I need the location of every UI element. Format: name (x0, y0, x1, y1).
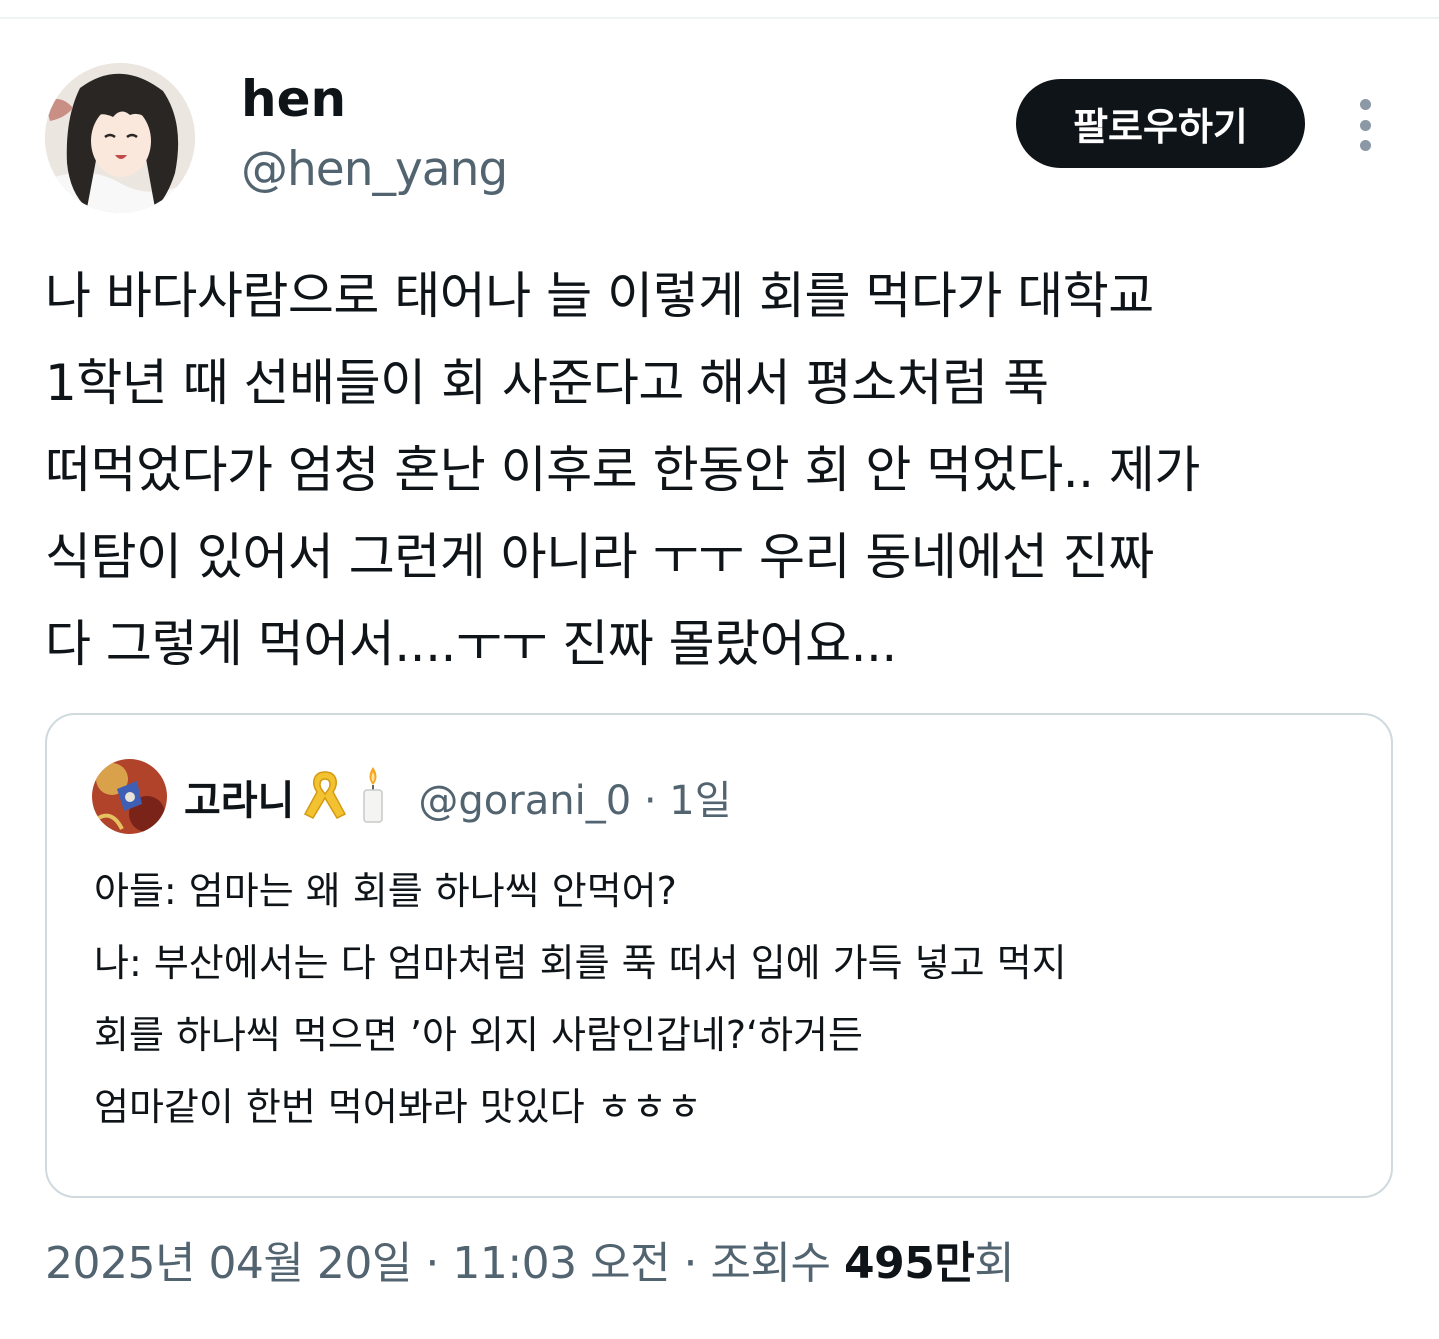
quote-text-line: 회를 하나씩 먹으면 ’아 외지 사람인갑네?‘하거든 (94, 1013, 863, 1057)
author-handle[interactable]: @hen_yang (241, 140, 508, 200)
quote-author-avatar (92, 759, 167, 834)
quoted-tweet-card[interactable]: 고라니 @gorani_0 · 1일 아들: 엄마는 왜 회를 하나씩 안먹어?… (45, 713, 1393, 1198)
quote-author-name[interactable]: 고라니 (184, 768, 294, 826)
painting-avatar-icon (92, 759, 167, 834)
yellow-ribbon-icon (300, 768, 350, 826)
more-dot (1359, 99, 1371, 110)
quote-header: 고라니 @gorani_0 · 1일 (184, 767, 732, 827)
views-suffix: 회 (974, 1238, 1015, 1289)
author-display-name[interactable]: hen (241, 67, 346, 131)
tweet-text-line: 1학년 때 선배들이 회 사준다고 해서 평소처럼 푹 (45, 354, 1049, 412)
more-options-icon[interactable] (1345, 95, 1385, 155)
quote-text-line: 엄마같이 한번 먹어봐라 맛있다 ㅎㅎㅎ (94, 1085, 702, 1129)
quote-handle-time[interactable]: @gorani_0 · 1일 (418, 768, 731, 826)
tweet-timestamp[interactable]: 2025년 04월 20일 · 11:03 오전 · 조회수 (45, 1238, 844, 1289)
author-avatar[interactable] (45, 63, 195, 213)
more-dot (1359, 140, 1371, 151)
views-count: 495만 (843, 1238, 975, 1289)
tweet-text-line: 식탐이 있어서 그런게 아니라 ㅜㅜ 우리 동네에선 진짜 (45, 528, 1154, 586)
tweet-text: 나 바다사람으로 태어나 늘 이렇게 회를 먹다가 대학교 1학년 때 선배들이… (45, 253, 1405, 688)
candle-icon (356, 765, 390, 829)
quote-text: 아들: 엄마는 왜 회를 하나씩 안먹어? 나: 부산에서는 다 엄마처럼 회를… (94, 855, 1354, 1143)
quote-text-line: 아들: 엄마는 왜 회를 하나씩 안먹어? (94, 869, 677, 913)
follow-button[interactable]: 팔로우하기 (1016, 79, 1305, 168)
tweet-text-line: 나 바다사람으로 태어나 늘 이렇게 회를 먹다가 대학교 (45, 267, 1154, 325)
more-dot (1359, 119, 1371, 131)
anime-girl-avatar-icon (45, 63, 195, 213)
tweet-text-line: 다 그렇게 먹어서....ㅜㅜ 진짜 몰랐어요... (45, 615, 897, 673)
tweet-text-line: 떠먹었다가 엄청 혼난 이후로 한동안 회 안 먹었다.. 제가 (45, 441, 1200, 499)
tweet-meta: 2025년 04월 20일 · 11:03 오전 · 조회수 495만회 (45, 1232, 1015, 1296)
top-divider (0, 17, 1439, 19)
quote-text-line: 나: 부산에서는 다 엄마처럼 회를 푹 떠서 입에 가득 넣고 먹지 (94, 941, 1067, 985)
